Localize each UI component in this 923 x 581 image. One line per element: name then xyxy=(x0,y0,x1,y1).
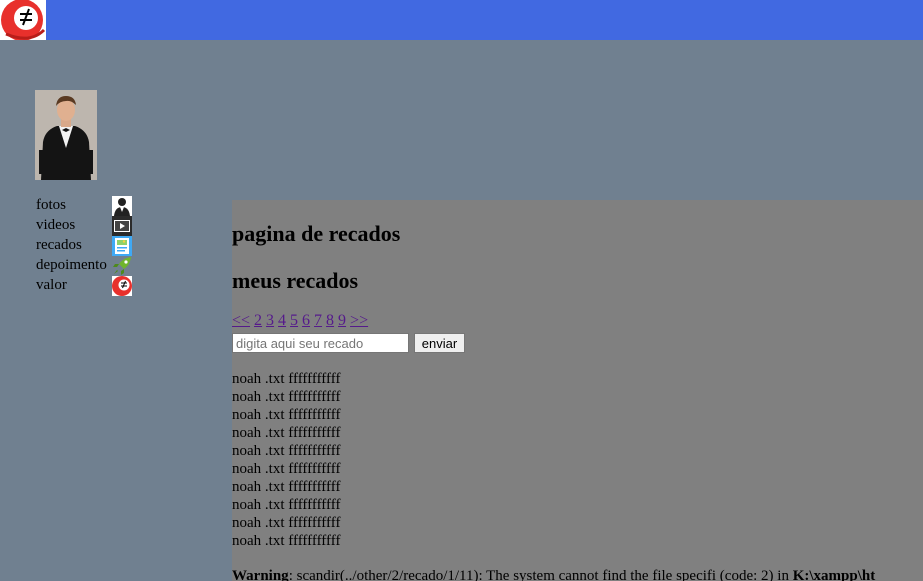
person-icon[interactable] xyxy=(112,196,132,216)
side-menu: fotos videos recados depoimento valor xyxy=(36,196,136,296)
list-item: noah .txt fffffffffff xyxy=(232,497,341,513)
pagination-page-link[interactable]: 7 xyxy=(314,312,322,329)
send-button[interactable]: enviar xyxy=(414,333,465,353)
pagination-page-link[interactable]: 6 xyxy=(302,312,310,329)
pagination: << 2 3 4 5 6 7 8 9 >> xyxy=(232,312,368,330)
not-equal-logo-icon xyxy=(0,0,46,40)
sidebar-item-label: fotos xyxy=(36,197,66,213)
list-item: noah .txt fffffffffff xyxy=(232,461,341,477)
site-logo[interactable] xyxy=(0,0,46,40)
main-content: pagina de recados meus recados << 2 3 4 … xyxy=(232,200,923,581)
list-item: noah .txt fffffffffff xyxy=(232,443,341,459)
list-item: noah .txt fffffffffff xyxy=(232,479,341,495)
not-equal-logo-icon[interactable] xyxy=(112,276,132,296)
sidebar-item-recados[interactable]: recados xyxy=(36,236,136,256)
list-item: noah .txt fffffffffff xyxy=(232,407,341,423)
sidebar-item-label: videos xyxy=(36,217,76,233)
section-title: meus recados xyxy=(232,268,359,293)
top-bar xyxy=(0,0,923,40)
list-item: noah .txt fffffffffff xyxy=(232,425,341,441)
profile-photo[interactable] xyxy=(35,90,97,180)
php-warning: Warning: scandir(../other/2/recado/1/11)… xyxy=(232,567,875,581)
pagination-page-link[interactable]: 4 xyxy=(278,312,286,329)
page-title: pagina de recados xyxy=(232,221,401,246)
sidebar-item-label: depoimento xyxy=(36,257,107,273)
message-list: noah .txt fffffffffff noah .txt ffffffff… xyxy=(232,370,340,550)
warning-path: K:\xampp\ht xyxy=(792,568,876,581)
list-item: noah .txt fffffffffff xyxy=(232,533,341,549)
profile-photo-image xyxy=(35,90,97,180)
message-input[interactable] xyxy=(232,333,409,353)
warning-text: : scandir(../other/2/recado/1/11): The s… xyxy=(288,568,793,581)
sidebar-item-valor[interactable]: valor xyxy=(36,276,136,296)
pagination-page-link[interactable]: 2 xyxy=(254,312,262,329)
video-icon[interactable] xyxy=(112,216,132,236)
pagination-prev-link[interactable]: << xyxy=(232,312,250,329)
pagination-page-link[interactable]: 9 xyxy=(338,312,346,329)
warning-label: Warning xyxy=(232,568,289,581)
sidebar-item-label: valor xyxy=(36,277,67,293)
sidebar-item-videos[interactable]: videos xyxy=(36,216,136,236)
pagination-page-link[interactable]: 3 xyxy=(266,312,274,329)
rocket-icon[interactable] xyxy=(112,256,132,276)
sidebar-item-fotos[interactable]: fotos xyxy=(36,196,136,216)
image-note-icon[interactable] xyxy=(112,236,132,256)
pagination-next-link[interactable]: >> xyxy=(350,312,368,329)
list-item: noah .txt fffffffffff xyxy=(232,389,341,405)
list-item: noah .txt fffffffffff xyxy=(232,371,341,387)
pagination-page-link[interactable]: 8 xyxy=(326,312,334,329)
pagination-page-link[interactable]: 5 xyxy=(290,312,298,329)
sidebar-item-depoimento[interactable]: depoimento xyxy=(36,256,136,276)
sidebar-item-label: recados xyxy=(36,237,82,253)
list-item: noah .txt fffffffffff xyxy=(232,515,341,531)
